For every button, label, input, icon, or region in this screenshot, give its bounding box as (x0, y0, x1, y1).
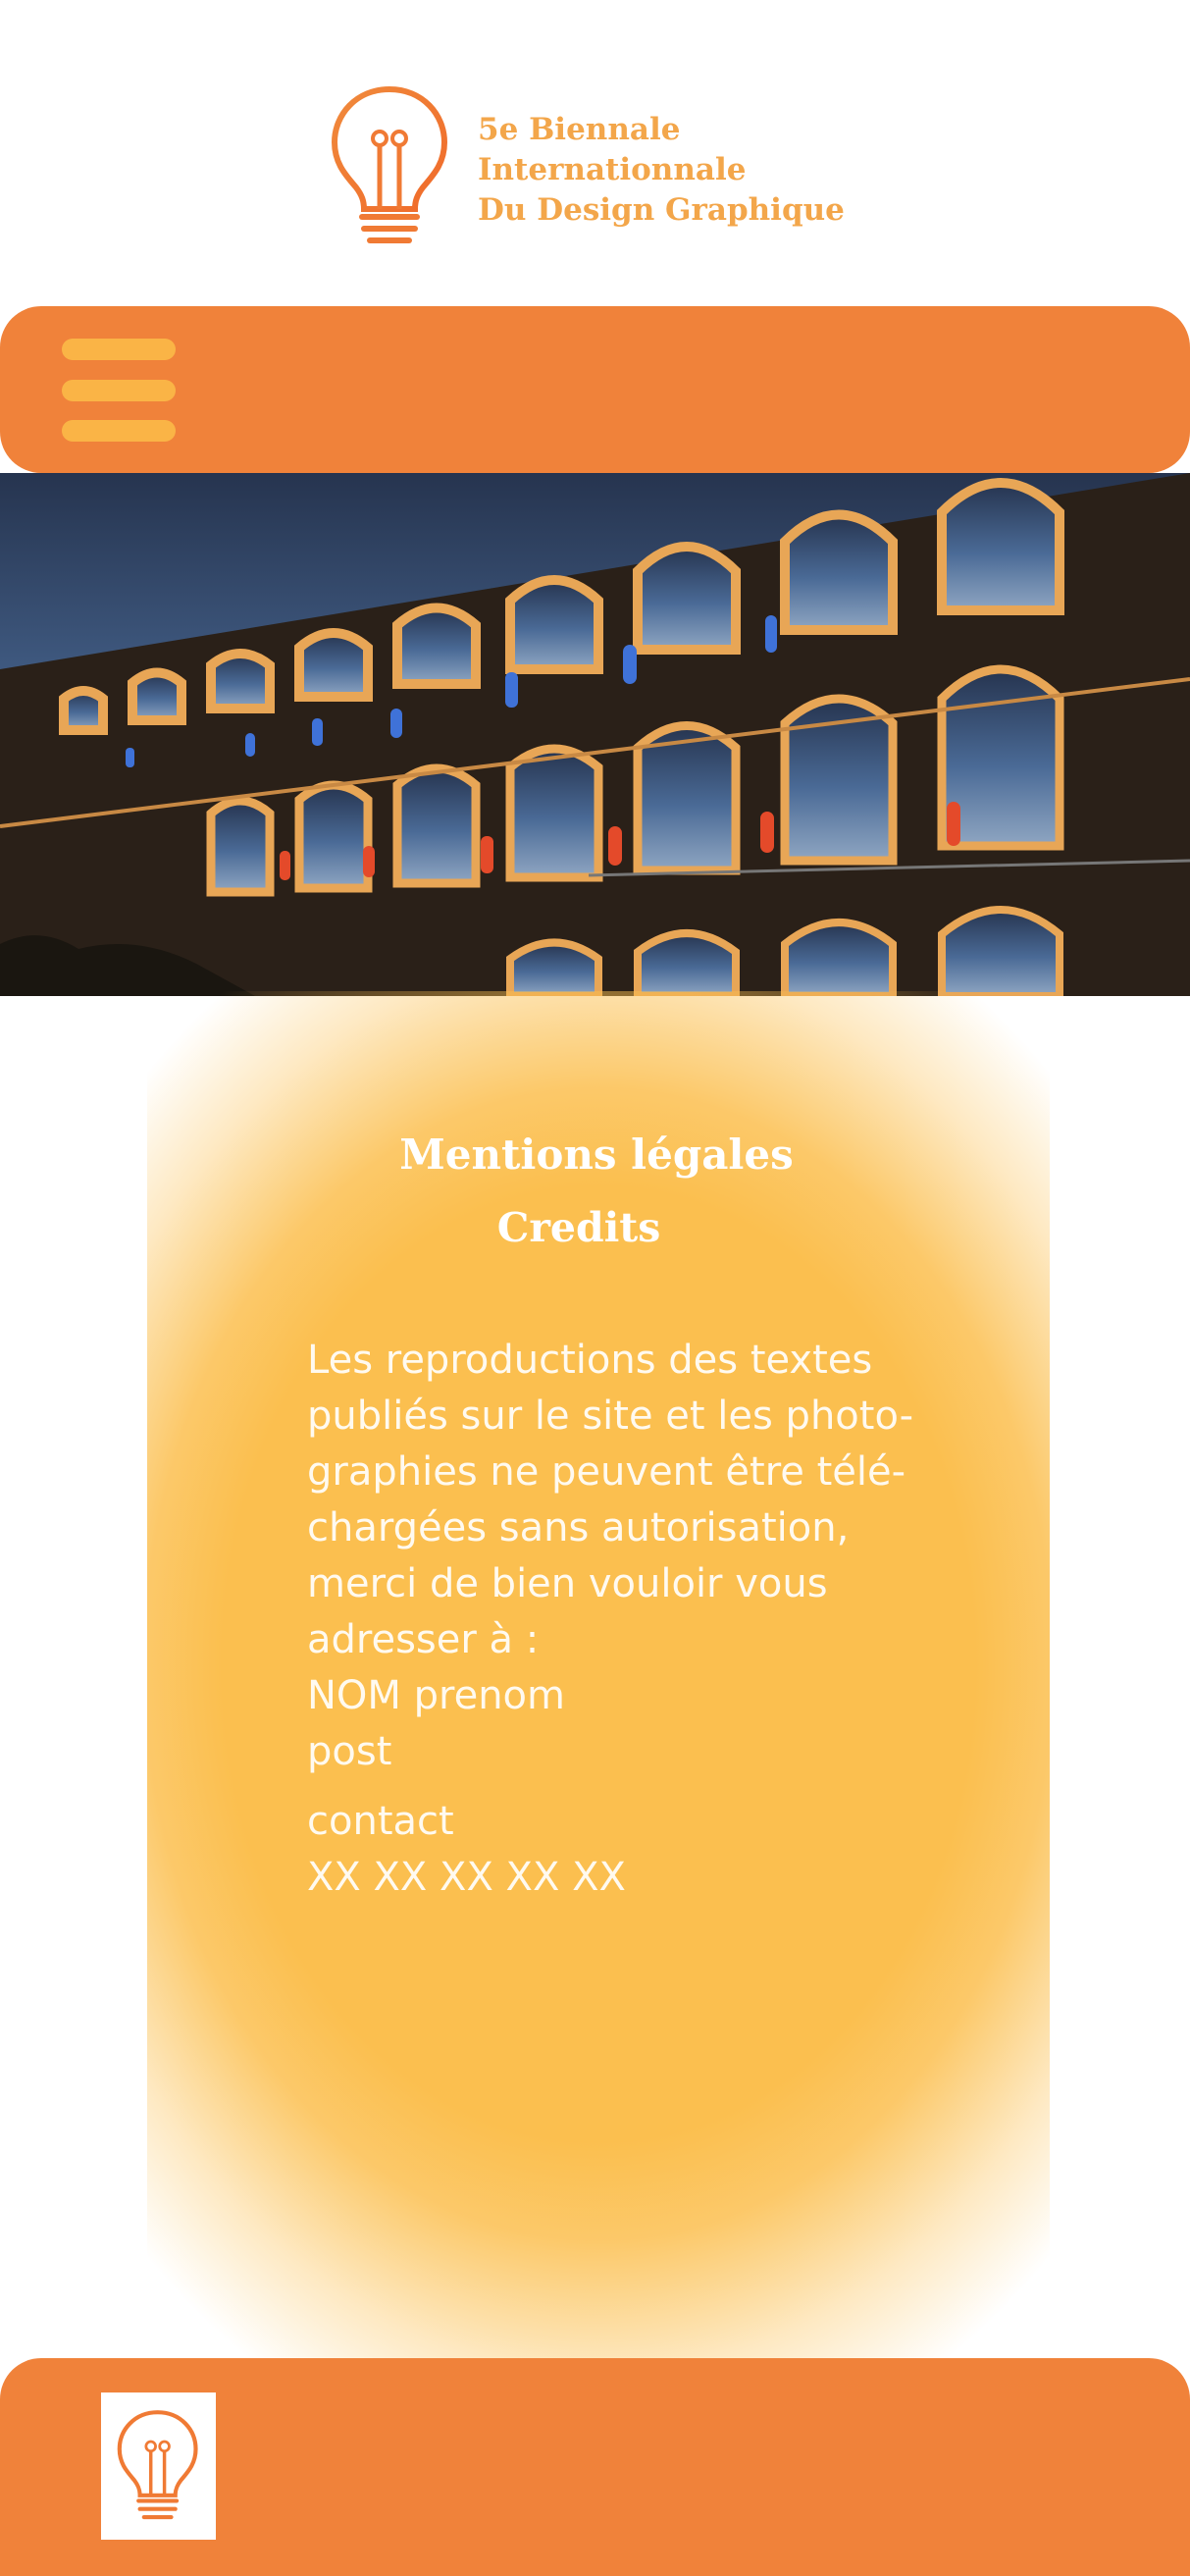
hero-image (0, 473, 1190, 996)
text-line: Les reproductions des textes (307, 1338, 873, 1383)
legal-text: Les reproductions des textes publiés sur… (307, 1333, 1013, 1906)
logo-line: Internationnale (478, 152, 747, 187)
hamburger-menu-icon[interactable] (59, 337, 179, 445)
logo-line: Du Design Graphique (478, 192, 845, 228)
text-line: adresser à : (307, 1617, 540, 1662)
text-line: NOM prenom (307, 1673, 565, 1718)
text-line: chargées sans autorisation, (307, 1505, 850, 1551)
page-title: Mentions légales (399, 1130, 794, 1179)
lightbulb-icon (329, 83, 451, 250)
site-header: 5e Biennale Internationnale Du Design Gr… (0, 0, 1190, 294)
text-line: graphies ne peuvent être télé- (307, 1449, 906, 1495)
logo-line: 5e Biennale (478, 112, 681, 147)
menu-line (62, 339, 176, 360)
menu-line (62, 380, 176, 401)
footer-logo[interactable] (101, 2392, 216, 2540)
menu-line (62, 420, 176, 442)
contact-phone: XX XX XX XX XX (307, 1855, 626, 1900)
text-line: post (307, 1729, 392, 1774)
page-subtitle: Credits (496, 1204, 661, 1251)
lightbulb-icon (117, 2410, 198, 2520)
text-line: publiés sur le site et les photo- (307, 1393, 914, 1439)
contact-label: contact (307, 1799, 454, 1844)
site-logo-text[interactable]: 5e Biennale Internationnale Du Design Gr… (478, 110, 845, 231)
text-line: merci de bien vouloir vous (307, 1561, 828, 1606)
